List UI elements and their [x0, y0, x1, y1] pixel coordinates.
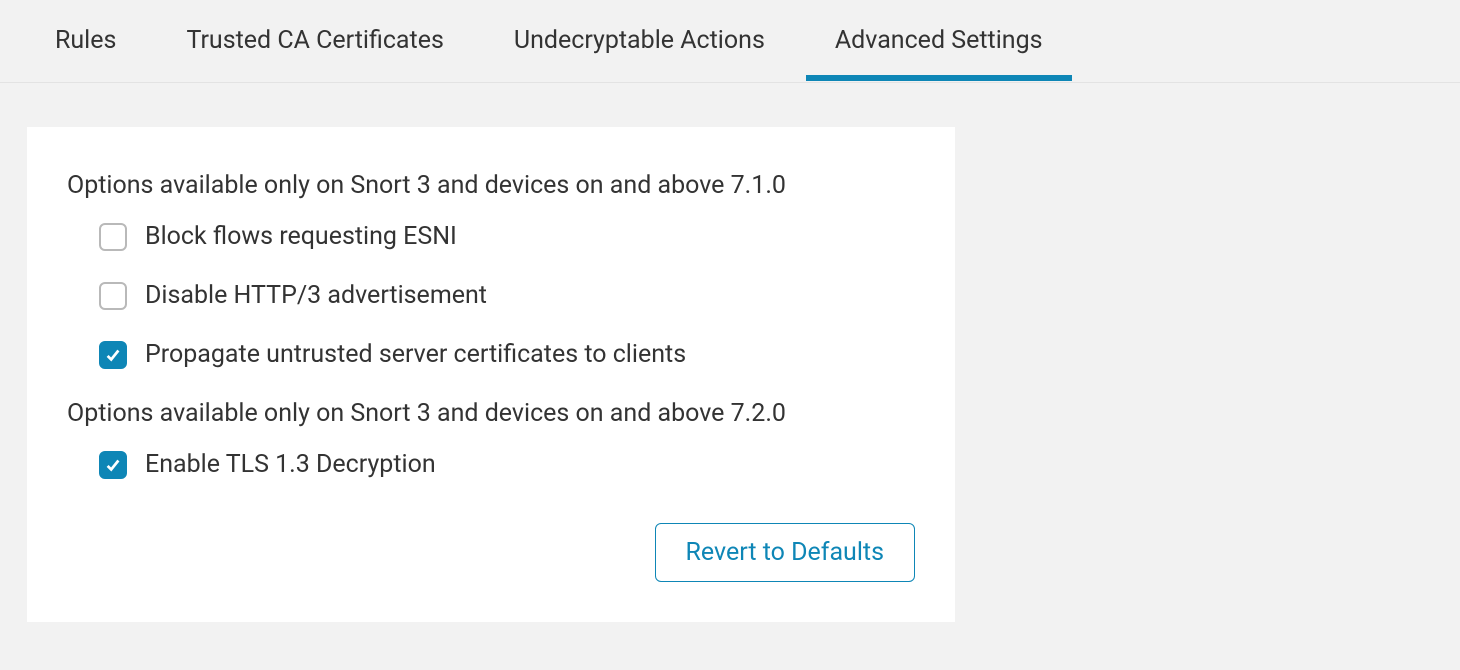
checkbox-disable-http3[interactable]: [99, 282, 127, 310]
checkbox-label: Propagate untrusted server certificates …: [145, 340, 686, 369]
option-enable-tls13: Enable TLS 1.3 Decryption: [99, 450, 915, 479]
checkbox-enable-tls13[interactable]: [99, 451, 127, 479]
tab-undecryptable[interactable]: Undecryptable Actions: [514, 0, 765, 81]
tab-advanced-settings[interactable]: Advanced Settings: [835, 0, 1043, 81]
option-block-esni: Block flows requesting ESNI: [99, 222, 915, 251]
checkmark-icon: [104, 346, 122, 364]
button-row: Revert to Defaults: [67, 523, 915, 582]
checkbox-label: Disable HTTP/3 advertisement: [145, 281, 487, 310]
checkbox-propagate-untrusted[interactable]: [99, 341, 127, 369]
checkbox-block-esni[interactable]: [99, 223, 127, 251]
tabs-bar: Rules Trusted CA Certificates Undecrypta…: [0, 0, 1460, 83]
option-disable-http3: Disable HTTP/3 advertisement: [99, 281, 915, 310]
checkbox-label: Enable TLS 1.3 Decryption: [145, 450, 436, 479]
option-propagate-untrusted: Propagate untrusted server certificates …: [99, 340, 915, 369]
advanced-settings-panel: Options available only on Snort 3 and de…: [27, 127, 955, 622]
checkmark-icon: [104, 456, 122, 474]
tab-trusted-ca[interactable]: Trusted CA Certificates: [186, 0, 443, 81]
section-heading-710: Options available only on Snort 3 and de…: [67, 171, 915, 200]
checkbox-label: Block flows requesting ESNI: [145, 222, 457, 251]
section-heading-720: Options available only on Snort 3 and de…: [67, 399, 915, 428]
revert-to-defaults-button[interactable]: Revert to Defaults: [655, 523, 915, 582]
tab-rules[interactable]: Rules: [55, 0, 116, 81]
